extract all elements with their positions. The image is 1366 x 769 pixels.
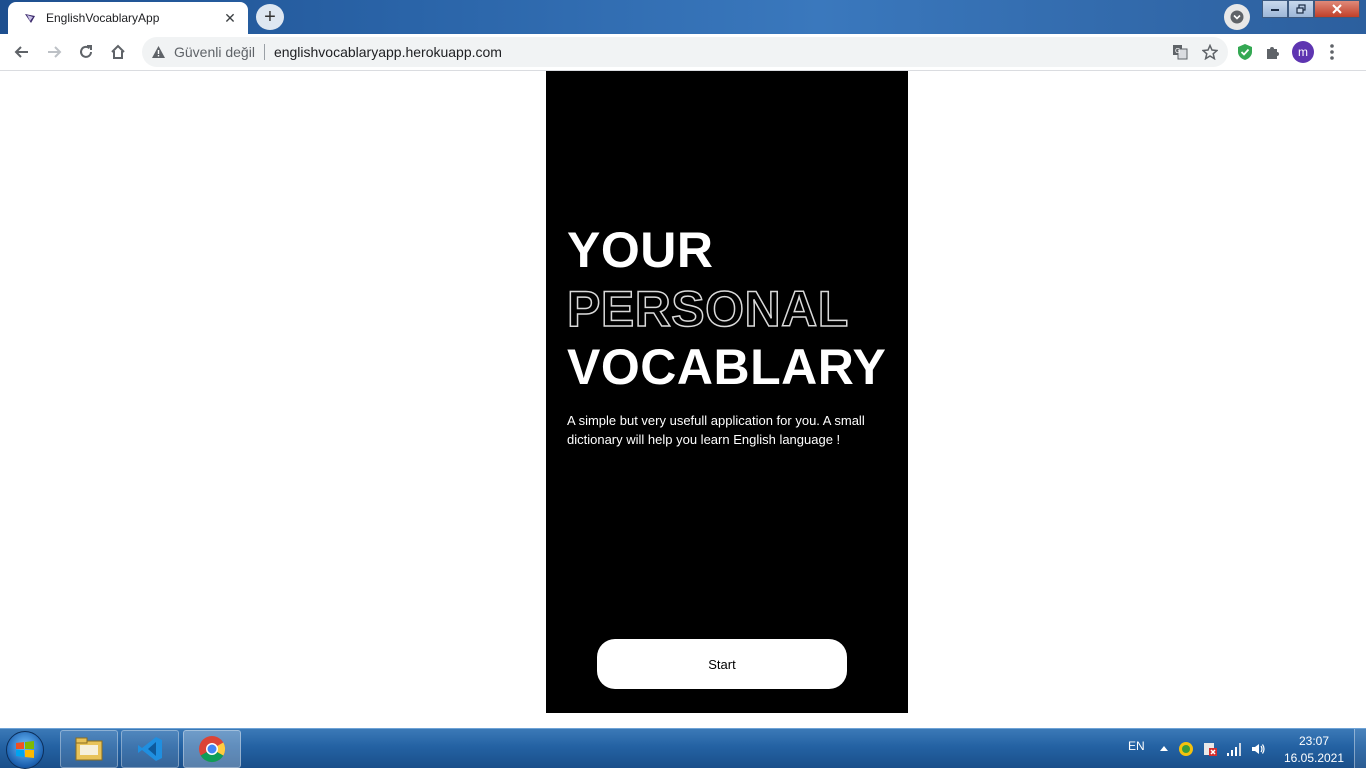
tab-close-icon[interactable]: ✕ <box>222 10 238 27</box>
clock-date: 16.05.2021 <box>1283 751 1345 765</box>
taskbar-clock[interactable]: 23:07 16.05.2021 <box>1280 733 1348 767</box>
window-controls <box>1262 0 1360 20</box>
minimize-icon <box>1271 9 1279 11</box>
windows-taskbar: EN 23:07 16.05.2021 <box>0 728 1366 769</box>
svg-text:G: G <box>1175 48 1180 55</box>
hero-line-your: YOUR <box>567 222 714 278</box>
browser-toolbar: Güvenli değil englishvocablaryapp.heroku… <box>0 34 1366 71</box>
new-tab-button[interactable]: + <box>256 4 284 30</box>
app-description: A simple but very usefull application fo… <box>567 413 865 447</box>
arrow-right-icon <box>48 46 62 58</box>
tray-expand-icon[interactable] <box>1159 744 1169 752</box>
clock-time: 23:07 <box>1298 734 1330 748</box>
restore-button[interactable] <box>1288 0 1314 18</box>
address-separator <box>263 44 265 60</box>
hero-line-vocablary: VOCABLARY <box>567 339 887 395</box>
browser-titlebar: EnglishVocablaryApp ✕ + <box>0 0 1366 34</box>
forward-button[interactable] <box>38 36 70 68</box>
tab-search-button[interactable] <box>1224 4 1250 30</box>
start-menu-button[interactable] <box>6 731 44 769</box>
windows-logo-icon <box>16 741 34 758</box>
tab-title: EnglishVocablaryApp <box>46 11 160 25</box>
extension-icons: m <box>1236 37 1340 67</box>
action-center-icon[interactable] <box>1202 741 1218 757</box>
browser-tab[interactable]: EnglishVocablaryApp ✕ <box>8 2 248 34</box>
start-button[interactable]: Start <box>597 639 847 689</box>
security-status-label[interactable]: Güvenli değil <box>174 44 255 60</box>
reload-icon <box>80 45 92 58</box>
close-icon <box>1332 4 1342 14</box>
taskbar-explorer[interactable] <box>60 730 118 768</box>
show-desktop-button[interactable] <box>1354 729 1366 769</box>
site-favicon-icon <box>22 10 38 26</box>
folder-icon <box>75 737 103 761</box>
language-indicator[interactable]: EN <box>1128 739 1145 753</box>
warning-icon[interactable] <box>150 44 166 60</box>
home-button[interactable] <box>102 36 134 68</box>
address-bar[interactable]: Güvenli değil englishvocablaryapp.heroku… <box>142 37 1228 67</box>
home-icon <box>111 44 125 59</box>
vscode-icon <box>138 737 162 761</box>
taskbar-vscode[interactable] <box>121 730 179 768</box>
hero-line-personal: PERSONAL <box>566 281 849 337</box>
page-viewport: YOUR PERSONAL VOCABLARY A simple but ver… <box>0 71 1366 728</box>
taskbar-chrome[interactable] <box>183 730 241 768</box>
url-text[interactable]: englishvocablaryapp.herokuapp.com <box>274 44 1172 60</box>
back-button[interactable] <box>6 36 38 68</box>
network-signal-icon[interactable] <box>1226 741 1242 757</box>
welcome-card: YOUR PERSONAL VOCABLARY A simple but ver… <box>546 71 908 713</box>
security-tray-icon[interactable] <box>1178 741 1194 757</box>
chevron-down-icon <box>1230 10 1244 24</box>
profile-avatar[interactable]: m <box>1292 41 1314 63</box>
reload-button[interactable] <box>70 36 102 68</box>
puzzle-piece-icon[interactable] <box>1264 43 1282 61</box>
bookmark-star-icon[interactable] <box>1202 44 1218 60</box>
shield-icon[interactable] <box>1236 43 1254 61</box>
translate-icon[interactable]: G <box>1172 44 1188 60</box>
arrow-left-icon <box>14 46 28 58</box>
minimize-button[interactable] <box>1262 0 1288 18</box>
chrome-icon <box>199 736 226 763</box>
kebab-menu-icon[interactable] <box>1324 43 1340 61</box>
close-window-button[interactable] <box>1314 0 1360 18</box>
restore-icon <box>1296 4 1306 14</box>
volume-icon[interactable] <box>1250 741 1266 757</box>
